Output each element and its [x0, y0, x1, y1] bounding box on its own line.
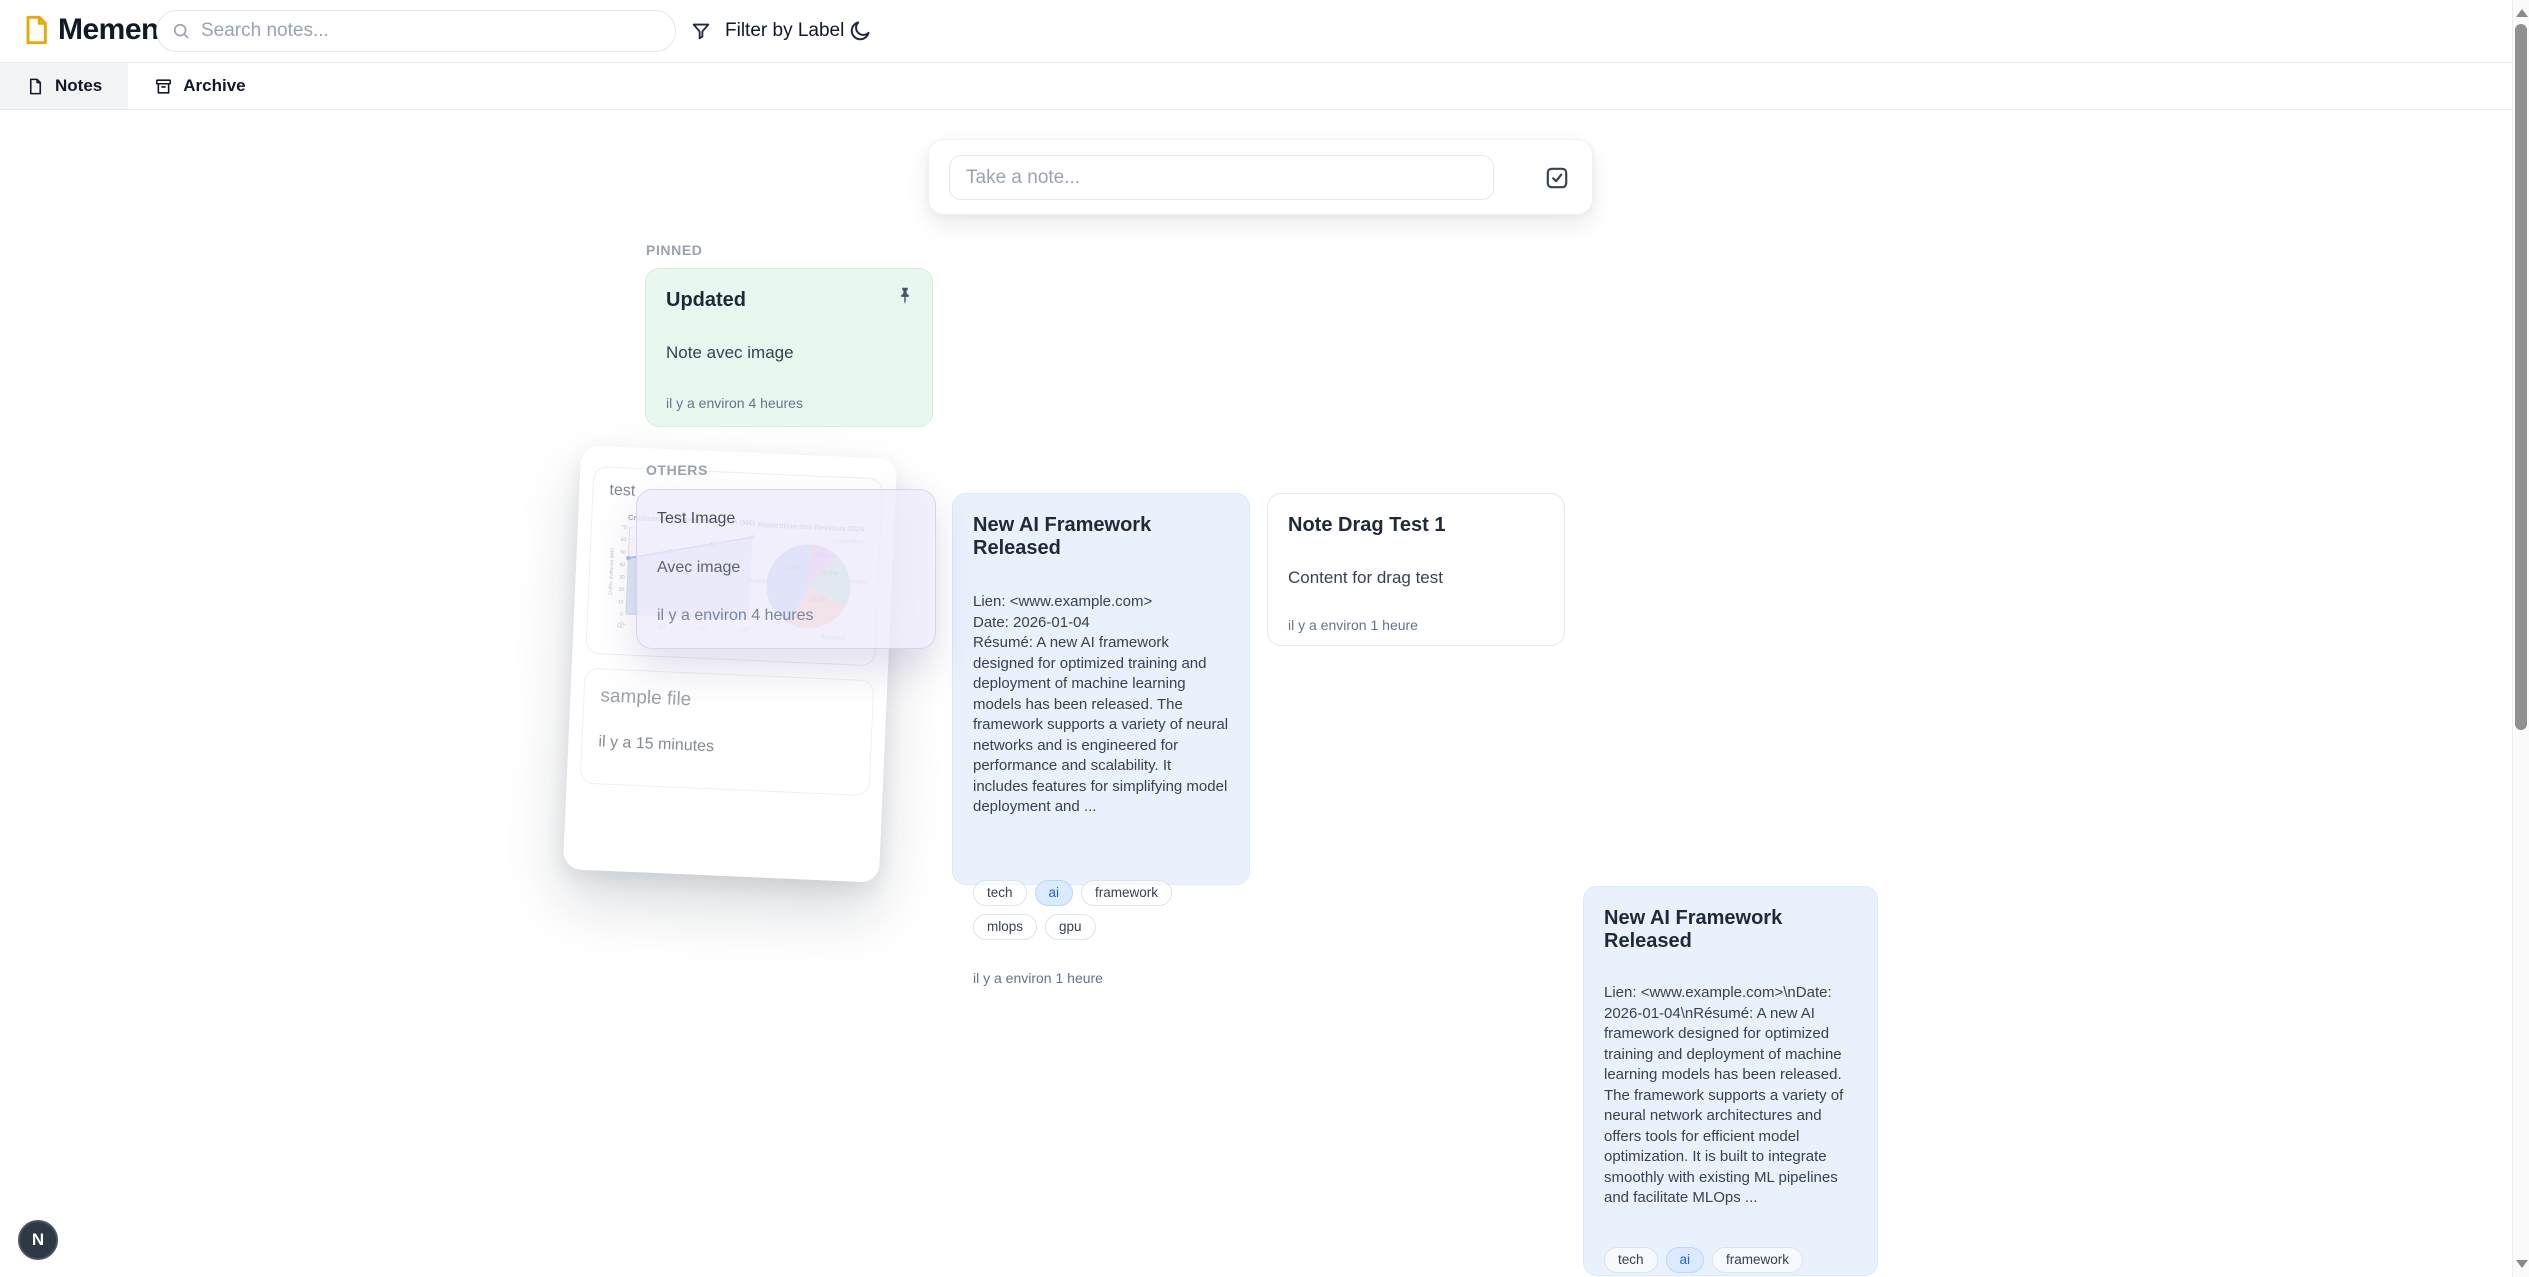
tab-archive-label: Archive: [183, 76, 245, 96]
scrollbar-up-arrow[interactable]: [2516, 9, 2528, 17]
note-timestamp: il y a environ 1 heure: [1288, 617, 1544, 633]
tag-gpu[interactable]: gpu: [1045, 914, 1096, 940]
note-card-drag-test-1[interactable]: Note Drag Test 1 Content for drag test i…: [1267, 493, 1565, 646]
ghost-title: Test Image: [657, 510, 915, 528]
archive-box-icon: [154, 77, 173, 96]
svg-text:Q1: Q1: [617, 620, 627, 630]
svg-text:30: 30: [619, 574, 625, 580]
dark-mode-toggle[interactable]: [848, 16, 878, 46]
filter-by-label-button[interactable]: Filter by Label: [690, 13, 844, 49]
tag-framework[interactable]: framework: [1081, 880, 1172, 906]
ghost-content: Avec image: [657, 559, 915, 577]
tag-ai[interactable]: ai: [1035, 880, 1074, 906]
svg-text:20: 20: [618, 587, 624, 593]
scrollbar-down-arrow[interactable]: [2516, 1260, 2528, 1268]
pin-icon[interactable]: [894, 285, 916, 307]
take-a-note-input[interactable]: [949, 155, 1494, 200]
note-tags: tech ai framework mlops gpu: [1604, 1247, 1857, 1277]
svg-text:70: 70: [621, 524, 627, 530]
moon-icon: [848, 19, 872, 43]
note-card-ai-framework-drop-preview[interactable]: New AI Framework Released Lien: <www.exa…: [1583, 886, 1878, 1276]
note-title: New AI Framework Released: [973, 514, 1229, 560]
tab-archive[interactable]: Archive: [128, 63, 271, 109]
vertical-scrollbar[interactable]: [2512, 0, 2529, 1277]
tab-bar: Notes Archive: [0, 62, 2529, 110]
pinned-note-card[interactable]: Updated Note avec image il y a environ 4…: [645, 268, 933, 427]
svg-text:10: 10: [618, 599, 624, 605]
note-tags: tech ai framework mlops gpu: [973, 880, 1229, 940]
tag-framework[interactable]: framework: [1712, 1247, 1803, 1273]
note-card-ai-framework[interactable]: New AI Framework Released Lien: <www.exa…: [952, 493, 1250, 885]
tag-mlops[interactable]: mlops: [973, 914, 1037, 940]
svg-text:0: 0: [620, 612, 623, 618]
note-timestamp: il y a environ 1 heure: [973, 970, 1229, 986]
tag-tech[interactable]: tech: [973, 880, 1027, 906]
memento-app: Memento Filter by Label: [0, 0, 2529, 1277]
pinned-note-content: Note avec image: [666, 343, 912, 363]
note-card-sample-file[interactable]: sample file il y a 15 minutes: [580, 668, 875, 797]
note-content-line: Date: 2026-01-04: [973, 613, 1229, 634]
note-content: Lien: <www.example.com> Date: 2026-01-04…: [973, 592, 1229, 818]
user-avatar[interactable]: N: [18, 1220, 58, 1260]
others-section-label: OTHERS: [646, 462, 708, 478]
header: Memento Filter by Label: [0, 0, 2529, 62]
note-composer: [928, 139, 1593, 215]
sample-file-timestamp: il y a 15 minutes: [598, 733, 855, 762]
pinned-note-timestamp: il y a environ 4 heures: [666, 395, 912, 411]
svg-text:50: 50: [620, 549, 626, 555]
filter-by-label-label: Filter by Label: [725, 20, 844, 42]
search-bar: [156, 10, 676, 52]
svg-text:Chiffre d'affaires (M€): Chiffre d'affaires (M€): [608, 548, 616, 596]
note-content: Content for drag test: [1288, 568, 1544, 588]
filter-funnel-icon: [690, 20, 712, 42]
note-content: Lien: <www.example.com>\nDate: 2026-01-0…: [1604, 983, 1857, 1209]
drag-ghost-card[interactable]: Test Image Avec image il y a environ 4 h…: [636, 489, 936, 649]
tag-tech[interactable]: tech: [1604, 1247, 1658, 1273]
svg-text:40: 40: [619, 562, 625, 568]
tab-notes-label: Notes: [55, 76, 102, 96]
sample-file-title: sample file: [600, 685, 857, 718]
checklist-icon[interactable]: [1544, 165, 1570, 191]
search-icon: [171, 21, 191, 41]
avatar-initial: N: [32, 1230, 44, 1250]
svg-text:60: 60: [621, 537, 627, 543]
note-content-line: Lien: <www.example.com>: [973, 592, 1229, 613]
search-input[interactable]: [201, 20, 675, 42]
note-content-line: Résumé: A new AI framework designed for …: [973, 633, 1229, 818]
tab-notes[interactable]: Notes: [0, 63, 128, 109]
app-logo-icon: [20, 14, 52, 46]
pinned-note-title: Updated: [666, 289, 912, 312]
tag-ai[interactable]: ai: [1666, 1247, 1705, 1273]
pinned-section-label: PINNED: [646, 242, 703, 258]
scrollbar-thumb[interactable]: [2515, 24, 2527, 730]
note-title: New AI Framework Released: [1604, 907, 1857, 953]
ghost-timestamp: il y a environ 4 heures: [657, 607, 915, 625]
note-title: Note Drag Test 1: [1288, 514, 1544, 537]
note-file-icon: [26, 77, 45, 96]
